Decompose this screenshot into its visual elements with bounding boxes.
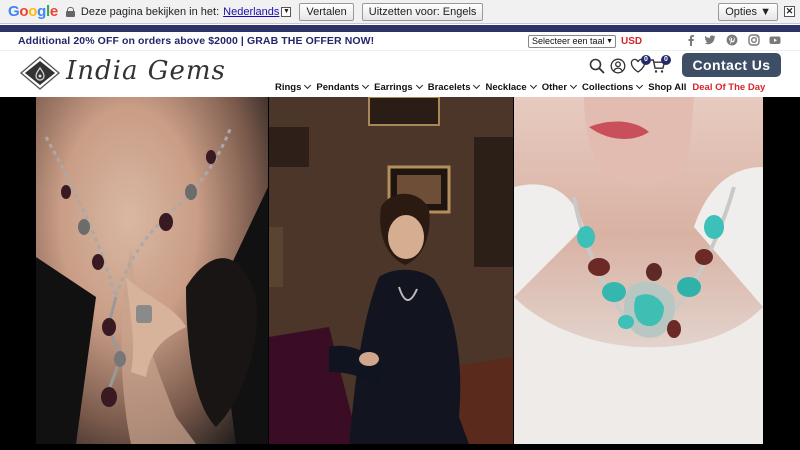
- language-select[interactable]: Selecteer een taal ▼: [528, 35, 616, 48]
- google-logo: Google: [8, 3, 58, 20]
- chevron-down-icon: ▼: [606, 38, 613, 45]
- nav-item-necklace[interactable]: Necklace: [485, 81, 537, 93]
- nav-item-pendants[interactable]: Pendants: [316, 81, 370, 93]
- contact-us-button[interactable]: Contact Us: [682, 53, 781, 77]
- translate-bar: Google Deze pagina bekijken in het: Nede…: [0, 0, 800, 24]
- nav-item-collections[interactable]: Collections: [582, 81, 644, 93]
- hero-image-model-seated[interactable]: [269, 97, 513, 444]
- facebook-icon[interactable]: [685, 34, 697, 46]
- nav-item-label: Earrings: [374, 81, 413, 93]
- youtube-icon[interactable]: [769, 34, 781, 46]
- user-icon[interactable]: [610, 58, 626, 74]
- chevron-down-icon: [569, 81, 578, 90]
- hero-image-turquoise-necklace[interactable]: [514, 97, 763, 444]
- translate-button[interactable]: Vertalen: [299, 2, 354, 21]
- currency-selector[interactable]: USD: [621, 36, 642, 47]
- chevron-down-icon: [636, 81, 644, 90]
- necklace-closeup-illustration: [36, 126, 268, 444]
- nav-item-shop-all[interactable]: Shop All: [648, 82, 686, 93]
- translate-options-button[interactable]: Opties ▼: [718, 3, 778, 21]
- translate-language-select[interactable]: Nederlands: [223, 6, 279, 18]
- chevron-down-icon: [473, 81, 481, 90]
- model-seated-illustration: [269, 97, 513, 444]
- nav-item-label: Other: [541, 81, 568, 93]
- instagram-icon[interactable]: [748, 34, 760, 46]
- nav-item-deal-of-the-day[interactable]: Deal Of The Day: [692, 82, 765, 93]
- nav-item-bracelets[interactable]: Bracelets: [427, 81, 481, 93]
- nav-item-label: Bracelets: [427, 81, 471, 93]
- chevron-down-icon: [415, 81, 423, 90]
- nav-item-rings[interactable]: Rings: [275, 81, 312, 93]
- nav-item-label: Necklace: [485, 81, 527, 93]
- nav-item-label: Collections: [582, 81, 634, 93]
- nav-item-other[interactable]: Other: [541, 81, 578, 93]
- pinterest-icon[interactable]: [726, 34, 738, 46]
- close-icon[interactable]: ✕: [784, 6, 795, 17]
- turquoise-necklace-illustration: [514, 97, 763, 444]
- nav-item-earrings[interactable]: Earrings: [374, 81, 423, 93]
- chevron-down-icon[interactable]: ▼: [281, 6, 292, 17]
- lock-icon: [65, 6, 75, 17]
- nav-item-label: Pendants: [316, 81, 360, 93]
- offer-text[interactable]: Additional 20% OFF on orders above $2000…: [18, 35, 374, 47]
- main-nav: Rings Pendants Earrings Bracelets Neckla…: [275, 80, 765, 94]
- twitter-icon[interactable]: [704, 34, 716, 46]
- india-gems-logo-icon[interactable]: [20, 56, 60, 90]
- brand-name[interactable]: India Gems: [66, 56, 226, 86]
- offer-bar: Additional 20% OFF on orders above $2000…: [0, 32, 800, 50]
- hero-image-necklace-closeup[interactable]: [36, 97, 268, 444]
- nav-item-label: Rings: [275, 81, 302, 93]
- chevron-down-icon: [304, 81, 312, 90]
- promo-strip: [0, 25, 800, 32]
- cart-count-badge: 0: [661, 55, 671, 65]
- search-icon[interactable]: [589, 58, 605, 74]
- turn-off-translate-button[interactable]: Uitzetten voor: Engels: [361, 2, 484, 21]
- language-select-label: Selecteer een taal: [532, 36, 605, 46]
- nav-item-label: Shop All: [648, 81, 687, 93]
- chevron-down-icon: [362, 81, 370, 90]
- translate-prompt: Deze pagina bekijken in het:: [80, 5, 220, 18]
- chevron-down-icon: [529, 81, 537, 90]
